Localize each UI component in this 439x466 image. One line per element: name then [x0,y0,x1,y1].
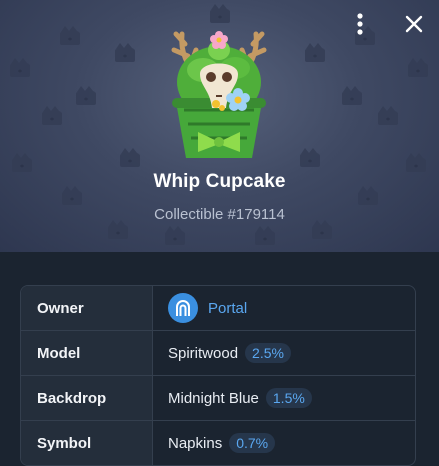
portal-arch-icon [176,300,190,316]
model-rarity-badge: 2.5% [245,343,291,363]
symbol-row: Symbol Napkins 0.7% [21,421,415,465]
owner-row: Owner Portal [21,286,415,331]
backdrop-label: Backdrop [21,376,153,420]
backdrop-value-cell: Midnight Blue 1.5% [153,376,415,420]
owner-value: Portal [153,286,415,330]
collectible-number: Collectible #179114 [154,206,285,223]
gift-hero: Whip Cupcake Collectible #179114 [0,0,439,252]
backdrop-rarity-badge: 1.5% [265,388,312,408]
symbol-rarity-badge: 0.7% [229,433,276,453]
owner-label: Owner [21,286,153,330]
more-vertical-icon [357,13,363,35]
owner-avatar[interactable] [168,293,198,323]
close-icon [405,15,423,33]
backdrop-value[interactable]: Midnight Blue [168,390,259,407]
owner-name-link[interactable]: Portal [208,300,247,317]
close-button[interactable] [400,10,428,38]
gift-title: Whip Cupcake [153,171,286,192]
symbol-label: Symbol [21,421,153,465]
symbol-value-cell: Napkins 0.7% [153,421,415,465]
model-value-cell: Spiritwood 2.5% [153,331,415,375]
backdrop-row: Backdrop Midnight Blue 1.5% [21,376,415,421]
model-label: Model [21,331,153,375]
more-options-button[interactable] [346,10,374,38]
model-value[interactable]: Spiritwood [168,345,238,362]
model-row: Model Spiritwood 2.5% [21,331,415,376]
cupcake-sticker-image [171,31,267,158]
symbol-value[interactable]: Napkins [168,435,222,452]
gift-attributes-table: Owner Portal Model Spiritwood 2.5% Backd… [20,285,416,466]
